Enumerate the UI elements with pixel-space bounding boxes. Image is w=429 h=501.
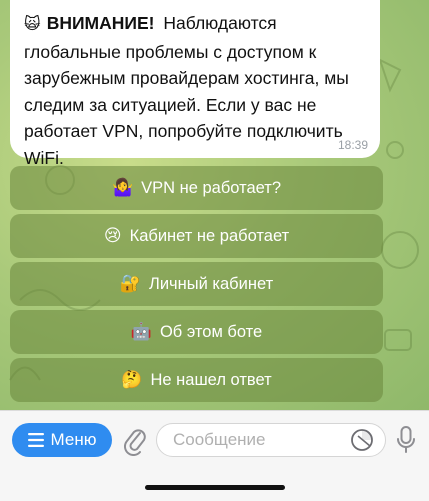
keyboard-button-label: Об этом боте bbox=[159, 322, 263, 341]
keyboard-button-vpn-not-working[interactable]: 🤷‍♀️ VPN не работает? bbox=[10, 166, 383, 210]
message-bubble: 🙀 ВНИМАНИЕ! Наблюдаются глобальные пробле… bbox=[10, 0, 380, 168]
message-input-placeholder: Сообщение bbox=[173, 430, 266, 449]
warning-emoji: 🙀 bbox=[24, 16, 41, 33]
paperclip-icon[interactable] bbox=[122, 424, 148, 456]
keyboard-button-personal-cabinet[interactable]: 🔐 Личный кабинет bbox=[10, 262, 383, 306]
keyboard-button-cabinet-not-working[interactable]: 😢 Кабинет не работает bbox=[10, 214, 383, 258]
keyboard-button-label: Личный кабинет bbox=[149, 274, 274, 293]
sticker-icon[interactable] bbox=[350, 428, 374, 452]
shrug-emoji-icon: 🤷‍♀️ bbox=[111, 178, 134, 197]
keyboard-button-label: VPN не работает? bbox=[141, 178, 282, 197]
crying-emoji-icon: 😢 bbox=[103, 226, 122, 245]
microphone-icon[interactable] bbox=[395, 425, 417, 455]
message-title: ВНИМАНИЕ! bbox=[46, 13, 155, 33]
keyboard-button-no-answer[interactable]: 🤔 Не нашел ответ bbox=[10, 358, 383, 402]
keyboard-button-about-bot[interactable]: 🤖 Об этом боте bbox=[10, 310, 383, 354]
message-body: Наблюдаются глобальные проблемы с доступ… bbox=[24, 13, 349, 168]
menu-button[interactable]: Меню bbox=[12, 423, 112, 457]
message-text: 🙀 ВНИМАНИЕ! Наблюдаются глобальные пробле… bbox=[24, 10, 366, 171]
keyboard-button-label: Не нашел ответ bbox=[150, 370, 272, 389]
message-timestamp: 18:39 bbox=[337, 138, 368, 152]
thinking-emoji-icon: 🤔 bbox=[121, 370, 143, 389]
keyboard-button-label: Кабинет не работает bbox=[129, 226, 290, 245]
hamburger-icon bbox=[27, 433, 44, 447]
robot-emoji-icon: 🤖 bbox=[130, 322, 152, 341]
lock-emoji-icon: 🔐 bbox=[119, 274, 142, 293]
home-indicator bbox=[145, 485, 285, 490]
chat-background: 🙀 ВНИМАНИЕ! Наблюдаются глобальные пробле… bbox=[0, 0, 429, 410]
menu-button-label: Меню bbox=[50, 430, 97, 449]
